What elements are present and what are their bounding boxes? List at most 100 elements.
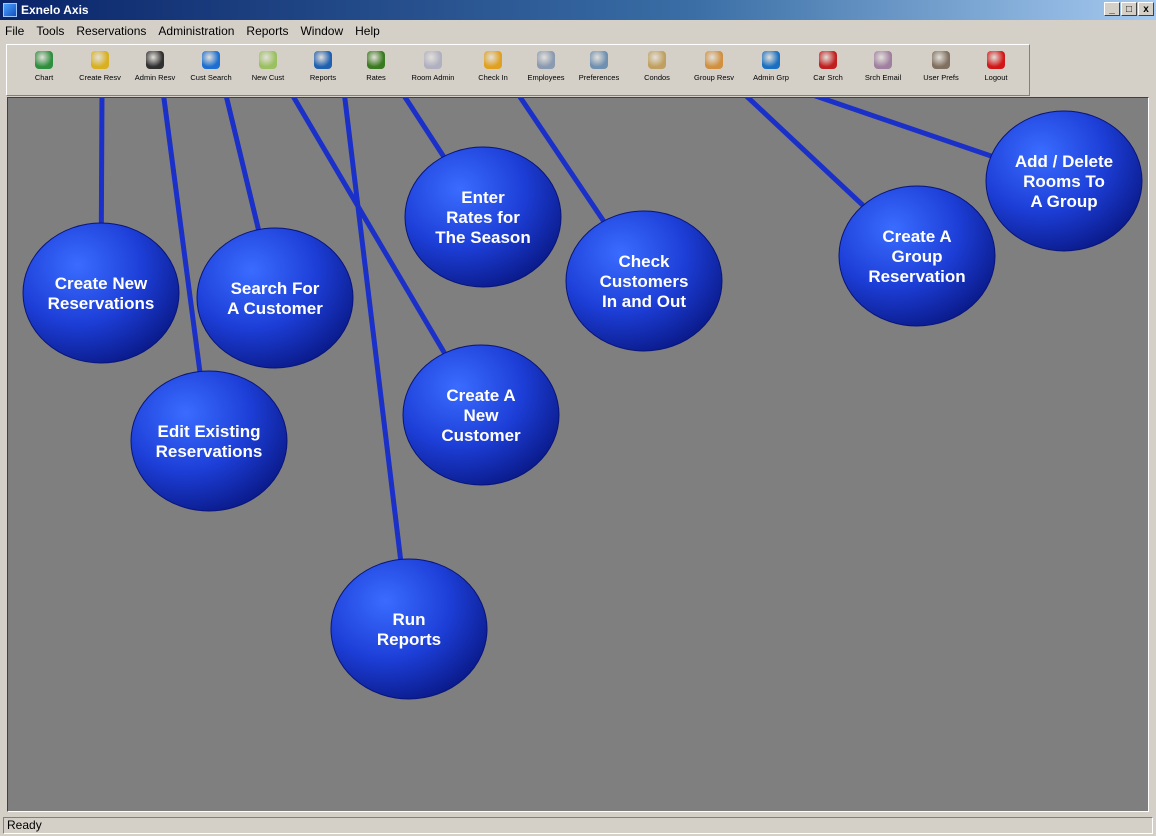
menu-tools[interactable]: Tools xyxy=(30,24,70,38)
callout-bubble: Search ForA Customer xyxy=(196,227,354,369)
menu-reports[interactable]: Reports xyxy=(240,24,294,38)
callout-circle xyxy=(330,558,488,700)
menu-bar: File Tools Reservations Administration R… xyxy=(0,20,1156,41)
status-bar: Ready xyxy=(0,815,1156,836)
toolbar-button-condos[interactable]: Condos xyxy=(630,49,684,93)
toolbar-label: Employees xyxy=(527,73,565,82)
customer-search-icon xyxy=(202,51,220,69)
check-in-icon xyxy=(484,51,502,69)
callout-text-line: Rooms To xyxy=(1023,172,1105,191)
callout-bubble: Create AGroupReservation xyxy=(838,185,996,327)
callout-bubble: RunReports xyxy=(330,558,488,700)
callout-text-line: Customers xyxy=(600,272,689,291)
user-prefs-icon xyxy=(932,51,950,69)
callout-text-line: The Season xyxy=(435,228,530,247)
toolbar-label: User Prefs xyxy=(923,73,959,82)
admin-group-icon xyxy=(762,51,780,69)
toolbar-label: Admin Resv xyxy=(134,73,176,82)
window-controls: _ □ x xyxy=(1104,2,1154,16)
toolbar-button-group-resv[interactable]: Group Resv xyxy=(687,49,741,93)
chart-icon xyxy=(35,51,53,69)
callout-bubble: Add / DeleteRooms ToA Group xyxy=(985,110,1143,252)
menu-help[interactable]: Help xyxy=(349,24,386,38)
toolbar-label: Srch Email xyxy=(864,73,902,82)
close-button[interactable]: x xyxy=(1138,2,1154,16)
toolbar-button-srch-email[interactable]: Srch Email xyxy=(856,49,910,93)
toolbar-button-logout[interactable]: Logout xyxy=(969,49,1023,93)
toolbar-button-chart[interactable]: Chart xyxy=(17,49,71,93)
callout-text-line: Create New xyxy=(55,274,148,293)
callout-text-line: In and Out xyxy=(602,292,686,311)
toolbar-button-user-prefs[interactable]: User Prefs xyxy=(914,49,968,93)
room-admin-icon xyxy=(424,51,442,69)
app-icon[interactable] xyxy=(3,3,17,17)
admin-reservation-icon xyxy=(146,51,164,69)
menu-administration[interactable]: Administration xyxy=(152,24,240,38)
toolbar-label: Chart xyxy=(34,73,54,82)
toolbar-label: Reports xyxy=(309,73,337,82)
toolbar-label: Check In xyxy=(478,73,508,82)
callout-text-line: Reservation xyxy=(868,267,965,286)
toolbar-button-cust-search[interactable]: Cust Search xyxy=(184,49,238,93)
callout-bubble: Edit ExistingReservations xyxy=(130,370,288,512)
new-customer-icon xyxy=(259,51,277,69)
callout-text-line: Run xyxy=(392,610,425,629)
toolbar-button-employees[interactable]: Employees xyxy=(519,49,573,93)
toolbar-label: Admin Grp xyxy=(753,73,789,82)
toolbar-button-admin-resv[interactable]: Admin Resv xyxy=(128,49,182,93)
callout-text-line: Create A xyxy=(882,227,951,246)
car-search-icon xyxy=(819,51,837,69)
maximize-button[interactable]: □ xyxy=(1121,2,1137,16)
callout-text-line: Reservations xyxy=(156,442,263,461)
callout-bubble: EnterRates forThe Season xyxy=(404,146,562,288)
callout-bubble: Create ANewCustomer xyxy=(402,344,560,486)
preferences-icon xyxy=(590,51,608,69)
callout-connector-line xyxy=(342,98,412,630)
callout-text-line: A Customer xyxy=(227,299,323,318)
status-text: Ready xyxy=(3,817,1153,834)
toolbar-button-new-cust[interactable]: New Cust xyxy=(241,49,295,93)
window-title: Exnelo Axis xyxy=(21,3,89,17)
toolbar-label: Cust Search xyxy=(190,73,232,82)
menu-window[interactable]: Window xyxy=(294,24,349,38)
callout-text-line: Enter xyxy=(461,188,505,207)
callout-bubble: CheckCustomersIn and Out xyxy=(565,210,723,352)
minimize-button[interactable]: _ xyxy=(1104,2,1120,16)
title-bar: Exnelo Axis _ □ x xyxy=(0,0,1156,20)
toolbar-label: Room Admin xyxy=(411,73,455,82)
callout-text-line: Add / Delete xyxy=(1015,152,1113,171)
callout-text-line: Search For xyxy=(231,279,320,298)
create-reservation-icon xyxy=(91,51,109,69)
toolbar-label: Preferences xyxy=(578,73,620,82)
toolbar-button-room-admin[interactable]: Room Admin xyxy=(406,49,460,93)
toolbar-button-check-in[interactable]: Check In xyxy=(466,49,520,93)
toolbar-label: Car Srch xyxy=(813,73,843,82)
toolbar-label: Rates xyxy=(366,73,386,82)
toolbar-button-create-resv[interactable]: Create Resv xyxy=(73,49,127,93)
workspace: Create New Reservations Edit Existing Reser… xyxy=(7,97,1149,812)
toolbar-button-rates[interactable]: Rates xyxy=(349,49,403,93)
rates-icon xyxy=(367,51,385,69)
toolbar: Chart Create Resv Admin Resv Cust Search New… xyxy=(6,44,1030,96)
toolbar-button-admin-grp[interactable]: Admin Grp xyxy=(744,49,798,93)
toolbar-button-car-srch[interactable]: Car Srch xyxy=(801,49,855,93)
reports-icon xyxy=(314,51,332,69)
callout-text-line: Reports xyxy=(377,630,441,649)
logout-icon xyxy=(987,51,1005,69)
callout-circle xyxy=(130,370,288,512)
toolbar-button-reports[interactable]: Reports xyxy=(296,49,350,93)
callout-text-line: Check xyxy=(618,252,670,271)
menu-reservations[interactable]: Reservations xyxy=(70,24,152,38)
callout-circle xyxy=(22,222,180,364)
callout-text-line: Customer xyxy=(441,426,521,445)
toolbar-label: Group Resv xyxy=(693,73,735,82)
toolbar-button-preferences[interactable]: Preferences xyxy=(572,49,626,93)
callout-text-line: New xyxy=(464,406,500,425)
condos-icon xyxy=(648,51,666,69)
toolbar-label: Logout xyxy=(984,73,1008,82)
callout-text-line: Create A xyxy=(446,386,515,405)
callout-circle xyxy=(196,227,354,369)
callout-text-line: Edit Existing xyxy=(158,422,261,441)
callout-text-line: Group xyxy=(892,247,943,266)
menu-file[interactable]: File xyxy=(0,24,30,38)
